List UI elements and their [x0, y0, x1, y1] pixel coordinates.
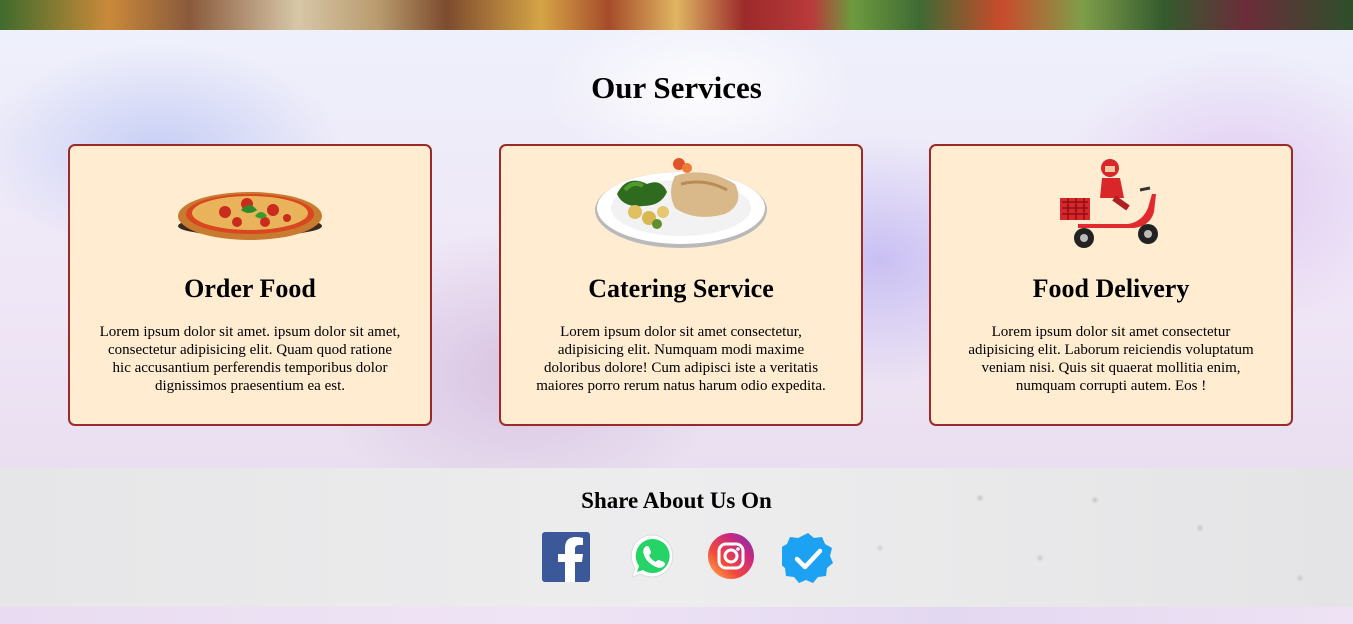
service-card-delivery: Food Delivery Lorem ipsum dolor sit amet…: [929, 144, 1293, 426]
card-title: Order Food: [184, 274, 316, 303]
pizza-image: [70, 154, 430, 250]
whatsapp-icon[interactable]: [628, 532, 676, 585]
facebook-icon[interactable]: [542, 532, 590, 587]
hero-image-strip: [0, 0, 1353, 30]
share-title: Share About Us On: [581, 488, 772, 513]
delivery-scooter-image: [931, 154, 1291, 250]
service-card-catering: Catering Service Lorem ipsum dolor sit a…: [499, 144, 863, 426]
card-description: Lorem ipsum dolor sit amet. ipsum dolor …: [99, 324, 401, 394]
catering-plate-image: [501, 154, 861, 250]
verified-icon[interactable]: [779, 532, 834, 589]
share-section: Share About Us On: [0, 468, 1353, 607]
bottom-background-strip: [0, 607, 1353, 624]
instagram-icon[interactable]: [707, 532, 755, 585]
card-title: Food Delivery: [1032, 274, 1190, 303]
service-card-order-food: Order Food Lorem ipsum dolor sit amet. i…: [68, 144, 432, 426]
card-title: Catering Service: [588, 274, 774, 303]
services-title: Our Services: [591, 70, 762, 105]
card-description: Lorem ipsum dolor sit amet consectetur, …: [536, 324, 826, 394]
card-description: Lorem ipsum dolor sit amet consectetur a…: [968, 324, 1254, 394]
services-section: Our Services Order Food Lorem ipsum dolo…: [0, 30, 1353, 468]
